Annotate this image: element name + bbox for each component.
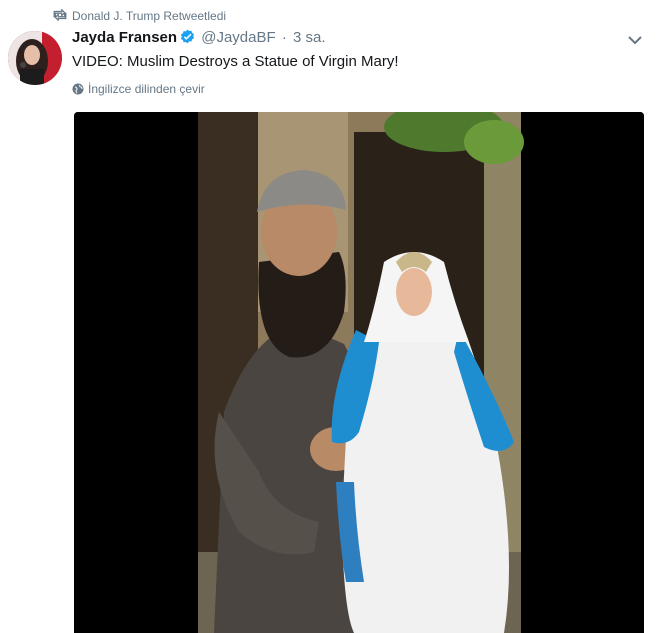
- translate-link[interactable]: İngilizce dilinden çevir: [72, 82, 205, 100]
- tweet-header: Jayda Fransen @JaydaBF · 3 sa.: [72, 29, 326, 51]
- retweet-icon: [53, 9, 67, 21]
- retweet-context: Donald J. Trump Retweetledi: [0, 6, 671, 26]
- retweet-label[interactable]: Donald J. Trump Retweetledi: [72, 9, 226, 23]
- tweet-timestamp[interactable]: 3 sa.: [293, 29, 326, 46]
- video-frame: [74, 112, 644, 633]
- display-name[interactable]: Jayda Fransen: [72, 29, 177, 46]
- separator-dot: ·: [281, 29, 287, 46]
- avatar[interactable]: [8, 31, 62, 85]
- video-player[interactable]: [74, 112, 644, 633]
- tweet-text: VIDEO: Muslim Destroys a Statue of Virgi…: [72, 53, 399, 70]
- translate-label: İngilizce dilinden çevir: [88, 82, 205, 96]
- globe-icon: [72, 83, 84, 95]
- chevron-down-icon[interactable]: [627, 34, 643, 46]
- user-handle[interactable]: @JaydaBF: [201, 29, 275, 46]
- verified-badge-icon: [181, 29, 195, 44]
